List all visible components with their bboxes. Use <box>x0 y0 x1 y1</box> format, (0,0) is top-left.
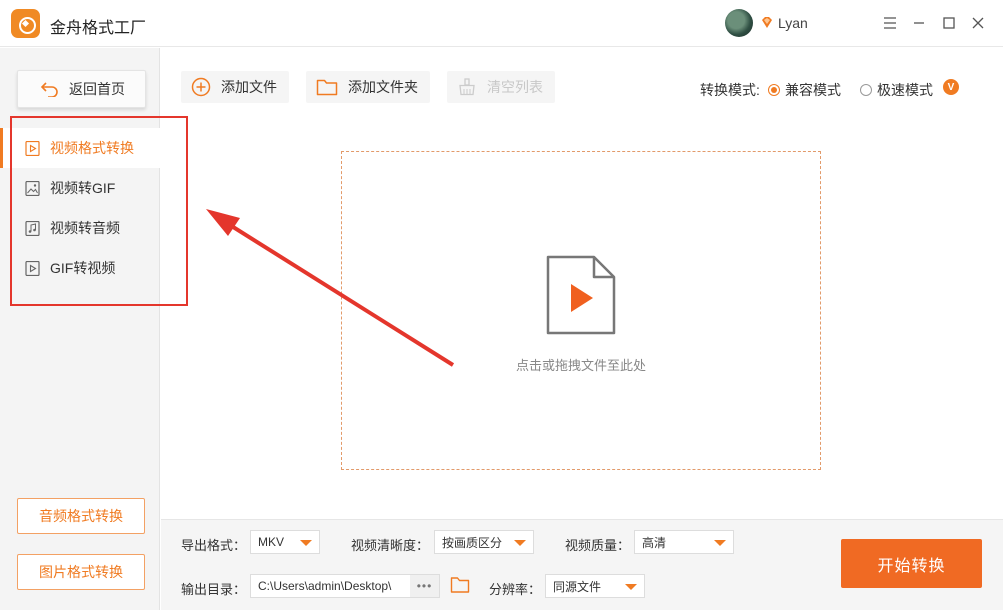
video-clarity-value: 按画质区分 <box>442 535 503 550</box>
username[interactable]: Lyan <box>778 15 808 31</box>
clear-list-label: 清空列表 <box>487 79 543 95</box>
export-format-value: MKV <box>258 535 285 549</box>
back-home-button[interactable]: 返回首页 <box>17 70 146 108</box>
chevron-down-icon <box>514 540 526 546</box>
title-bar: 金舟格式工厂 Lyan <box>0 0 1003 47</box>
export-format-label: 导出格式： <box>181 538 247 553</box>
vip-diamond-icon <box>762 17 772 28</box>
vip-badge-icon: V <box>943 79 959 95</box>
add-folder-button[interactable]: 添加文件夹 <box>306 71 430 103</box>
convert-mode-label: 转换模式: <box>700 82 760 98</box>
broom-icon <box>459 78 475 96</box>
app-logo-icon <box>11 9 40 38</box>
chevron-down-icon <box>625 584 637 590</box>
chevron-down-icon <box>300 540 312 546</box>
video-quality-select[interactable]: 高清 <box>634 530 734 554</box>
export-format-select[interactable]: MKV <box>250 530 320 554</box>
resolution-select[interactable]: 同源文件 <box>545 574 645 598</box>
back-home-label: 返回首页 <box>69 81 125 97</box>
video-file-play-icon <box>546 255 616 335</box>
add-circle-icon <box>191 77 211 97</box>
fast-mode-label: 极速模式 <box>877 82 933 98</box>
resolution-label: 分辨率： <box>489 582 542 597</box>
video-clarity-select[interactable]: 按画质区分 <box>434 530 534 554</box>
audio-format-convert-button[interactable]: 音频格式转换 <box>17 498 145 534</box>
fast-mode-radio[interactable]: 极速模式 <box>860 80 933 100</box>
menu-icon[interactable] <box>879 12 901 34</box>
close-icon[interactable] <box>967 12 989 34</box>
video-quality-value: 高清 <box>642 535 667 550</box>
compatible-mode-label: 兼容模式 <box>785 82 841 98</box>
drop-hint: 点击或拖拽文件至此处 <box>515 358 646 373</box>
user-avatar[interactable] <box>725 9 753 37</box>
video-quality-label: 视频质量： <box>565 538 631 553</box>
radio-selected-icon <box>768 84 780 96</box>
add-folder-label: 添加文件夹 <box>348 79 418 95</box>
add-file-button[interactable]: 添加文件 <box>181 71 289 103</box>
image-format-convert-button[interactable]: 图片格式转换 <box>17 554 145 590</box>
back-arrow-icon <box>40 82 58 97</box>
file-drop-zone[interactable]: 点击或拖拽文件至此处 <box>341 151 821 470</box>
compatible-mode-radio[interactable]: 兼容模式 <box>768 80 841 100</box>
start-convert-button[interactable]: 开始转换 <box>841 539 982 588</box>
radio-unselected-icon <box>860 84 872 96</box>
highlight-box <box>10 116 188 306</box>
resolution-value: 同源文件 <box>553 579 602 594</box>
minimize-icon[interactable] <box>908 12 930 34</box>
output-dir-label: 输出目录： <box>181 582 247 597</box>
browse-more-button[interactable]: ••• <box>410 575 439 597</box>
clear-list-button[interactable]: 清空列表 <box>447 71 555 103</box>
maximize-icon[interactable] <box>938 12 960 34</box>
chevron-down-icon <box>714 540 726 546</box>
video-clarity-label: 视频清晰度： <box>351 538 430 553</box>
folder-icon <box>316 79 338 96</box>
add-file-label: 添加文件 <box>221 79 277 95</box>
open-folder-icon[interactable] <box>450 575 470 595</box>
app-title: 金舟格式工厂 <box>50 20 147 37</box>
